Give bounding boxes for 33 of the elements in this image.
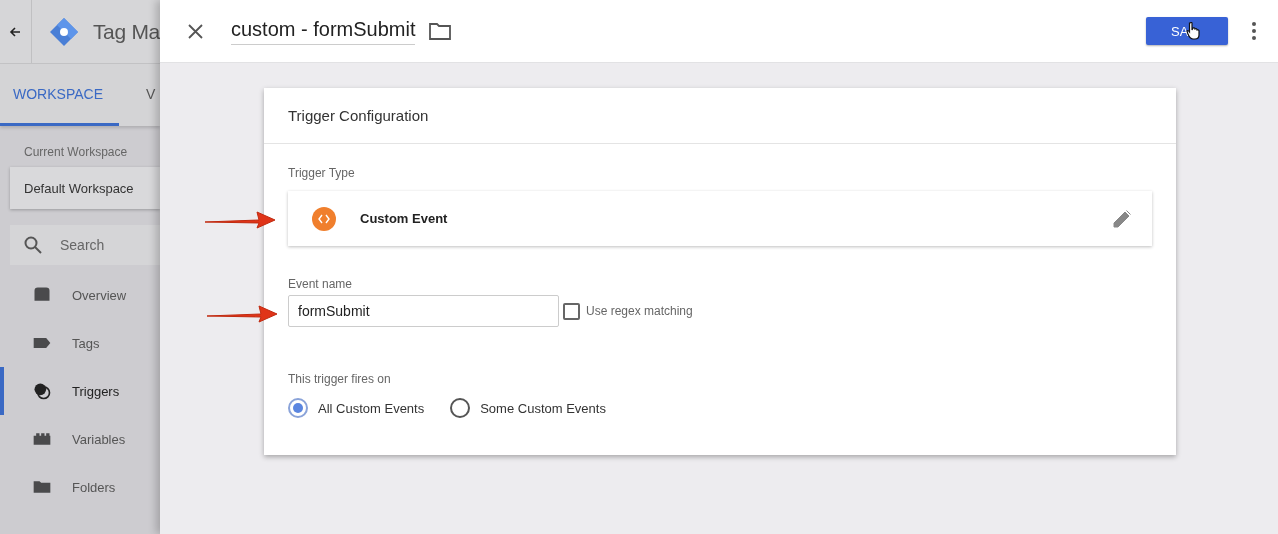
code-icon (312, 206, 336, 231)
nav-item[interactable]: Overview (0, 271, 160, 319)
trigger-type-label: Trigger Type (288, 166, 356, 180)
close-icon[interactable] (188, 23, 203, 39)
radio-button[interactable] (288, 398, 308, 418)
workspace-label: Current Workspace (24, 145, 129, 159)
folder-icon[interactable] (429, 22, 452, 40)
workspace-selector[interactable]: Default Workspace (10, 167, 160, 209)
event-name-field[interactable]: formSubmit (288, 295, 559, 327)
app-title: Tag Ma (92, 19, 160, 44)
search-icon (24, 236, 42, 254)
edit-icon[interactable] (1112, 208, 1132, 229)
back-arrow-icon[interactable] (9, 25, 22, 38)
checkbox[interactable] (563, 302, 580, 320)
fires-on-label: This trigger fires on (288, 372, 392, 386)
trigger-name-field[interactable]: custom - formSubmit (231, 17, 416, 45)
card-title: Trigger Configuration (288, 107, 429, 124)
search-field[interactable]: Search (10, 225, 160, 265)
save-button[interactable]: SA (1146, 17, 1228, 45)
radio-label: All Custom Events (318, 400, 425, 416)
nav-item[interactable]: Variables (0, 415, 160, 463)
event-name-label: Event name (288, 277, 354, 291)
tab[interactable]: V (131, 64, 160, 126)
triggers-icon (32, 381, 52, 401)
nav-item[interactable]: Folders (0, 463, 160, 511)
radio-button[interactable] (450, 398, 471, 418)
trigger-type-selector[interactable]: Custom Event (288, 191, 1152, 246)
checkbox-label: Use regex matching (586, 304, 693, 318)
radio-label: Some Custom Events (480, 400, 606, 416)
tab[interactable]: WORKSPACE (0, 64, 119, 126)
more-menu-icon[interactable] (1252, 22, 1256, 40)
nav-item[interactable]: Tags (0, 319, 160, 367)
diamond-logo-icon (48, 16, 79, 47)
